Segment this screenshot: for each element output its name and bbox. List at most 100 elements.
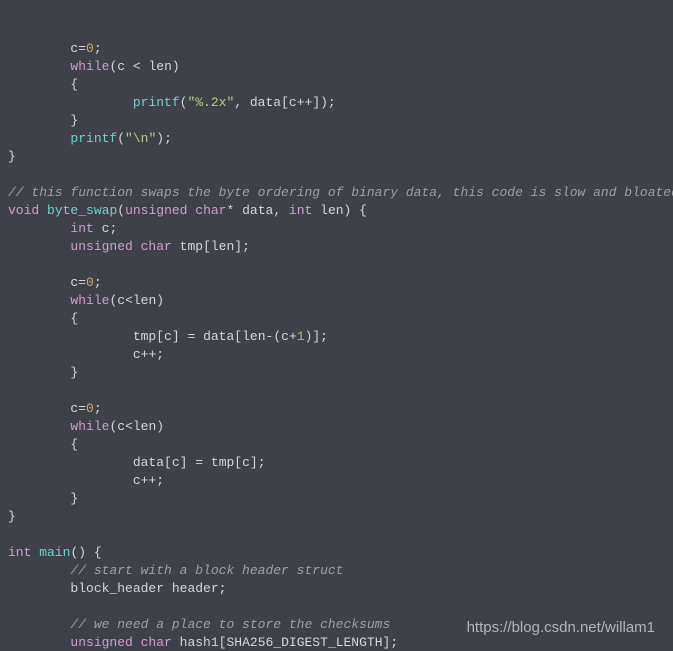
code-line[interactable]	[8, 598, 673, 616]
code-line[interactable]	[8, 382, 673, 400]
code-token-keyword: unsigned char	[70, 635, 171, 650]
code-line[interactable]: }	[8, 490, 673, 508]
code-line[interactable]	[8, 256, 673, 274]
code-token-func: printf	[70, 131, 117, 146]
code-line[interactable]: {	[8, 436, 673, 454]
code-token-default	[39, 203, 47, 218]
code-token-ident: len	[211, 239, 234, 254]
code-token-keyword: while	[70, 59, 109, 74]
code-token-punct: ,	[234, 95, 250, 110]
code-token-ident: c	[281, 329, 289, 344]
code-token-func: main	[39, 545, 70, 560]
code-token-keyword: while	[70, 419, 109, 434]
code-token-punct: -(	[266, 329, 282, 344]
code-line[interactable]: block_header header;	[8, 580, 673, 598]
code-line[interactable]	[8, 166, 673, 184]
code-line[interactable]: c=0;	[8, 40, 673, 58]
code-token-ident: len	[133, 419, 156, 434]
code-token-keyword: void	[8, 203, 39, 218]
code-token-default	[312, 203, 320, 218]
code-token-string: "%.2x"	[187, 95, 234, 110]
code-token-ident: c	[133, 473, 141, 488]
code-line[interactable]: void byte_swap(unsigned char* data, int …	[8, 202, 673, 220]
code-token-ident: tmp	[133, 329, 156, 344]
code-token-comment: // this function swaps the byte ordering…	[8, 185, 673, 200]
code-token-punct: *	[226, 203, 242, 218]
code-token-ident: len	[242, 329, 265, 344]
code-line[interactable]	[8, 526, 673, 544]
code-line[interactable]: {	[8, 310, 673, 328]
code-line[interactable]: {	[8, 76, 673, 94]
code-line[interactable]: while(c<len)	[8, 292, 673, 310]
code-line[interactable]: c++;	[8, 472, 673, 490]
code-token-punct: ++;	[141, 473, 164, 488]
code-token-punct: ++]	[297, 95, 320, 110]
code-token-punct: [	[164, 455, 172, 470]
code-token-punct: )	[156, 419, 164, 434]
code-token-punct: [	[234, 329, 242, 344]
code-line[interactable]: printf("%.2x", data[c++]);	[8, 94, 673, 112]
code-token-punct: [	[203, 239, 211, 254]
code-token-ident: len	[133, 293, 156, 308]
code-token-ident: tmp	[211, 455, 234, 470]
code-token-keyword: while	[70, 293, 109, 308]
code-line[interactable]: printf("\n");	[8, 130, 673, 148]
code-token-punct: (	[117, 131, 125, 146]
code-token-punct: =	[78, 41, 86, 56]
code-token-num: 0	[86, 401, 94, 416]
code-token-punct: ] =	[172, 329, 203, 344]
code-line[interactable]: }	[8, 508, 673, 526]
code-token-punct: }	[70, 491, 78, 506]
code-token-punct: () {	[70, 545, 101, 560]
code-line[interactable]: while(c<len)	[8, 418, 673, 436]
code-token-punct: );	[320, 95, 336, 110]
code-line[interactable]: }	[8, 364, 673, 382]
code-token-ident: c	[133, 347, 141, 362]
code-token-keyword: int	[70, 221, 93, 236]
code-token-num: 1	[297, 329, 305, 344]
code-line[interactable]: c=0;	[8, 400, 673, 418]
code-token-ident: c	[242, 455, 250, 470]
code-token-default	[94, 221, 102, 236]
code-line[interactable]: tmp[c] = data[len-(c+1)];	[8, 328, 673, 346]
code-line[interactable]: // start with a block header struct	[8, 562, 673, 580]
code-token-punct: ];	[383, 635, 399, 650]
code-line[interactable]: }	[8, 148, 673, 166]
code-token-default	[172, 635, 180, 650]
code-line[interactable]: int c;	[8, 220, 673, 238]
code-token-num: 0	[86, 275, 94, 290]
code-line[interactable]: while(c < len)	[8, 58, 673, 76]
code-token-punct: }	[8, 509, 16, 524]
code-token-keyword: int	[8, 545, 31, 560]
code-token-ident: c	[289, 95, 297, 110]
code-token-ident: c	[117, 293, 125, 308]
code-editor-viewport[interactable]: c=0; while(c < len) { printf("%.2x", dat…	[0, 0, 673, 651]
code-token-keyword: int	[289, 203, 312, 218]
code-token-string: "\n"	[125, 131, 156, 146]
code-token-punct: <	[125, 419, 133, 434]
code-token-punct: ;	[94, 275, 102, 290]
code-token-punct: ++;	[141, 347, 164, 362]
code-token-keyword: unsigned char	[125, 203, 226, 218]
code-token-punct: <	[133, 59, 141, 74]
code-token-punct: [	[156, 329, 164, 344]
code-token-punct: [	[234, 455, 242, 470]
code-line[interactable]: data[c] = tmp[c];	[8, 454, 673, 472]
code-token-punct: }	[70, 113, 78, 128]
code-token-ident: block_header header	[70, 581, 218, 596]
code-token-punct: ;	[219, 581, 227, 596]
code-token-punct: <	[125, 293, 133, 308]
code-token-comment: // we need a place to store the checksum…	[70, 617, 390, 632]
code-line[interactable]: unsigned char tmp[len];	[8, 238, 673, 256]
code-token-ident: tmp	[180, 239, 203, 254]
code-line[interactable]: int main() {	[8, 544, 673, 562]
code-line[interactable]: // this function swaps the byte ordering…	[8, 184, 673, 202]
code-content: c=0; while(c < len) { printf("%.2x", dat…	[8, 40, 673, 651]
code-line[interactable]: c++;	[8, 346, 673, 364]
code-token-ident: len	[320, 203, 343, 218]
code-token-punct: [	[281, 95, 289, 110]
code-token-punct: {	[70, 437, 78, 452]
code-line[interactable]: }	[8, 112, 673, 130]
code-token-punct: ,	[273, 203, 289, 218]
code-line[interactable]: c=0;	[8, 274, 673, 292]
